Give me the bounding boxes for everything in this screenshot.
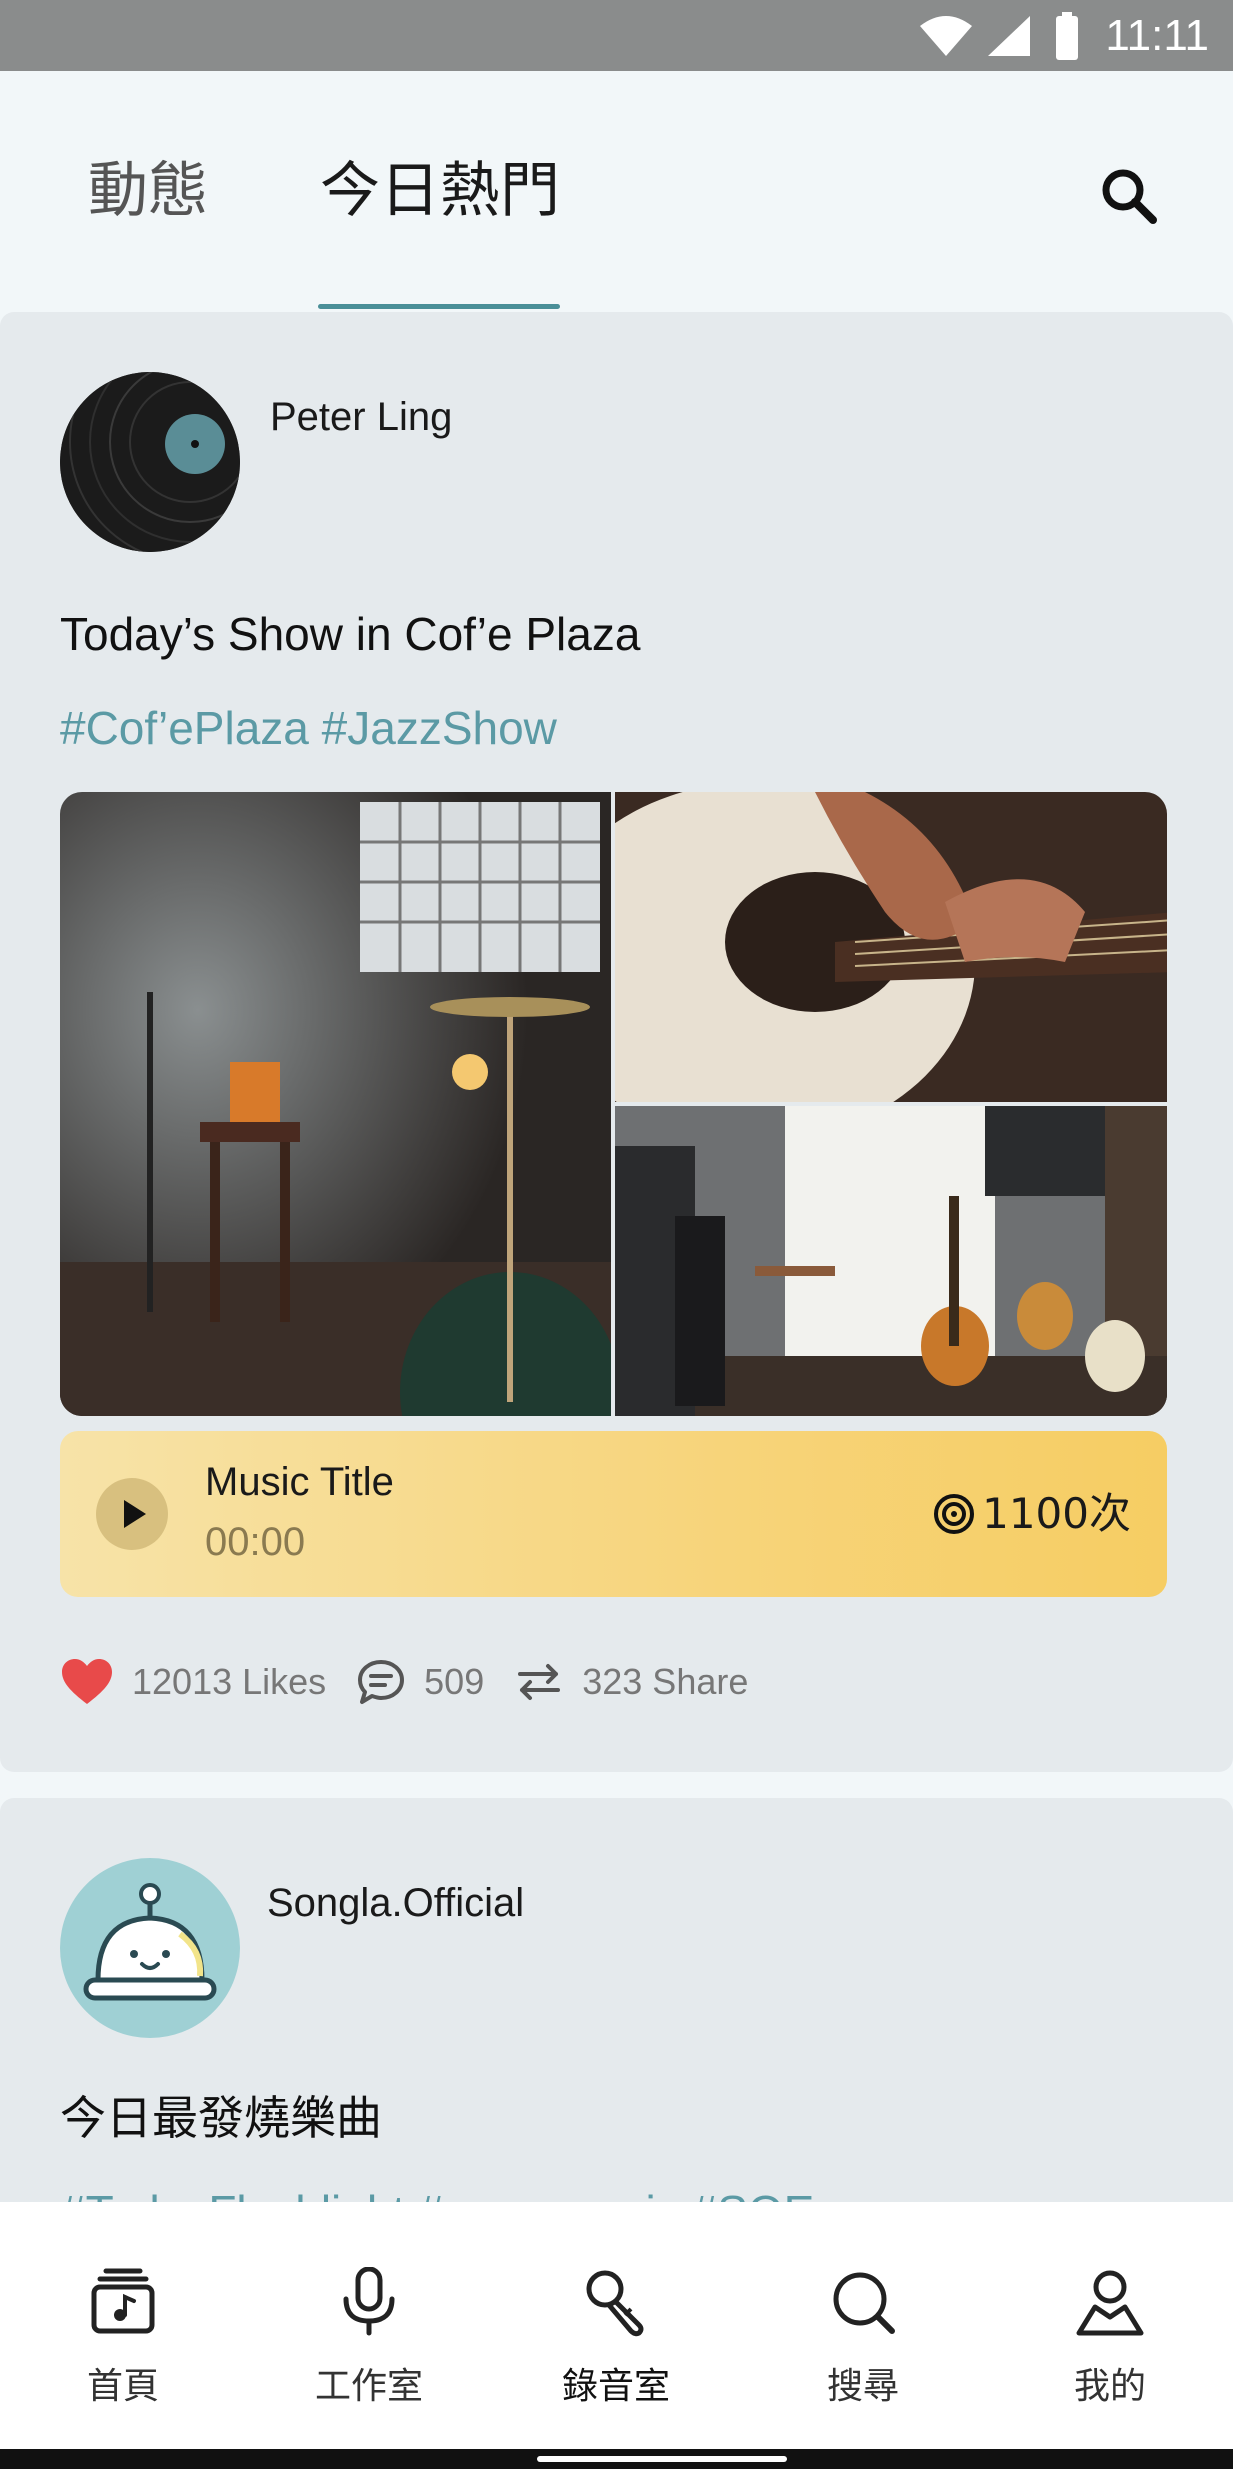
tab-follow[interactable]: 動態 xyxy=(88,151,208,231)
profile-icon xyxy=(1076,2270,1144,2336)
wifi-icon xyxy=(920,16,972,56)
karaoke-mic-icon xyxy=(586,2270,644,2337)
post-hashtags[interactable]: #Cof’ePlaza #JazzShow xyxy=(60,698,557,758)
comment-button[interactable]: 509 xyxy=(356,1658,484,1706)
comments-count: 509 xyxy=(424,1661,485,1702)
studio-guitars-photo xyxy=(615,1106,1167,1416)
post-card[interactable]: Peter Ling Today’s Show in Cof’e Plaza #… xyxy=(0,312,1233,1772)
photo-guitar-closeup[interactable] xyxy=(615,792,1167,1102)
photo-studio-guitars[interactable] xyxy=(615,1106,1167,1416)
play-count-label: 1100次 xyxy=(982,1489,1131,1538)
search-icon xyxy=(833,2272,895,2334)
nav-home-label: 首頁 xyxy=(86,2366,159,2407)
nav-profile-label: 我的 xyxy=(1073,2366,1146,2407)
nav-studio[interactable]: 工作室 xyxy=(246,2202,492,2449)
search-icon xyxy=(1102,169,1157,224)
vinyl-record-image xyxy=(60,372,240,552)
photo-grid[interactable] xyxy=(60,792,1167,1416)
music-title: Music Title xyxy=(205,1460,394,1504)
top-tab-bar: 動態 今日熱門 xyxy=(0,71,1233,311)
author-name[interactable]: Peter Ling xyxy=(270,392,452,442)
guitar-closeup-photo xyxy=(615,792,1167,1102)
author-name[interactable]: Songla.Official xyxy=(267,1878,524,1928)
home-indicator[interactable] xyxy=(537,2456,787,2462)
music-player[interactable]: Music Title 00:00 1100次 xyxy=(60,1431,1167,1597)
tab-today-hot[interactable]: 今日熱門 xyxy=(320,151,560,231)
likes-count: 12013 Likes xyxy=(132,1661,327,1702)
author-avatar[interactable] xyxy=(60,1858,240,2038)
nav-search-label: 搜尋 xyxy=(826,2366,899,2407)
nav-studio-label: 工作室 xyxy=(314,2366,423,2407)
signal-icon xyxy=(988,16,1030,56)
nav-search[interactable]: 搜尋 xyxy=(740,2202,986,2449)
bell-mascot-icon xyxy=(83,1883,217,2001)
repost-icon xyxy=(518,1664,561,1700)
author-avatar[interactable] xyxy=(60,372,240,552)
battery-icon xyxy=(1056,12,1078,60)
like-button[interactable]: 12013 Likes xyxy=(60,1658,326,1706)
status-time: 11:11 xyxy=(1105,11,1209,60)
comment-icon xyxy=(358,1660,405,1704)
post-actions: 12013 Likes 509 323 Share xyxy=(60,1652,778,1712)
microphone-icon xyxy=(343,2267,395,2336)
shares-count: 323 Share xyxy=(582,1661,749,1702)
disc-icon xyxy=(934,1494,975,1534)
play-button[interactable] xyxy=(96,1478,168,1550)
active-tab-indicator xyxy=(318,304,560,309)
heart-icon xyxy=(62,1659,112,1704)
post-card[interactable]: Songla.Official 今日最發燒樂曲 #TodayFlashlight… xyxy=(0,1798,1233,2238)
nav-home[interactable]: 首頁 xyxy=(0,2202,246,2449)
share-button[interactable]: 323 Share xyxy=(514,1660,748,1704)
stage-photo xyxy=(60,792,611,1416)
post-title: Today’s Show in Cof’e Plaza xyxy=(60,608,641,660)
music-time: 00:00 xyxy=(205,1520,306,1564)
bottom-navigation: 首頁 工作室 錄音室 搜尋 我的 xyxy=(0,2202,1233,2449)
nav-profile[interactable]: 我的 xyxy=(987,2202,1233,2449)
nav-recording-room[interactable]: 錄音室 xyxy=(493,2202,739,2449)
play-icon xyxy=(124,1500,146,1528)
nav-recording-room-label: 錄音室 xyxy=(561,2366,670,2407)
status-bar: 11:11 xyxy=(0,0,1233,71)
post-title: 今日最發燒樂曲 xyxy=(60,2091,382,2145)
music-album-icon xyxy=(91,2268,155,2334)
search-button[interactable] xyxy=(1095,162,1165,232)
play-count: 1100次 xyxy=(932,1487,1131,1541)
photo-stage[interactable] xyxy=(60,792,611,1416)
